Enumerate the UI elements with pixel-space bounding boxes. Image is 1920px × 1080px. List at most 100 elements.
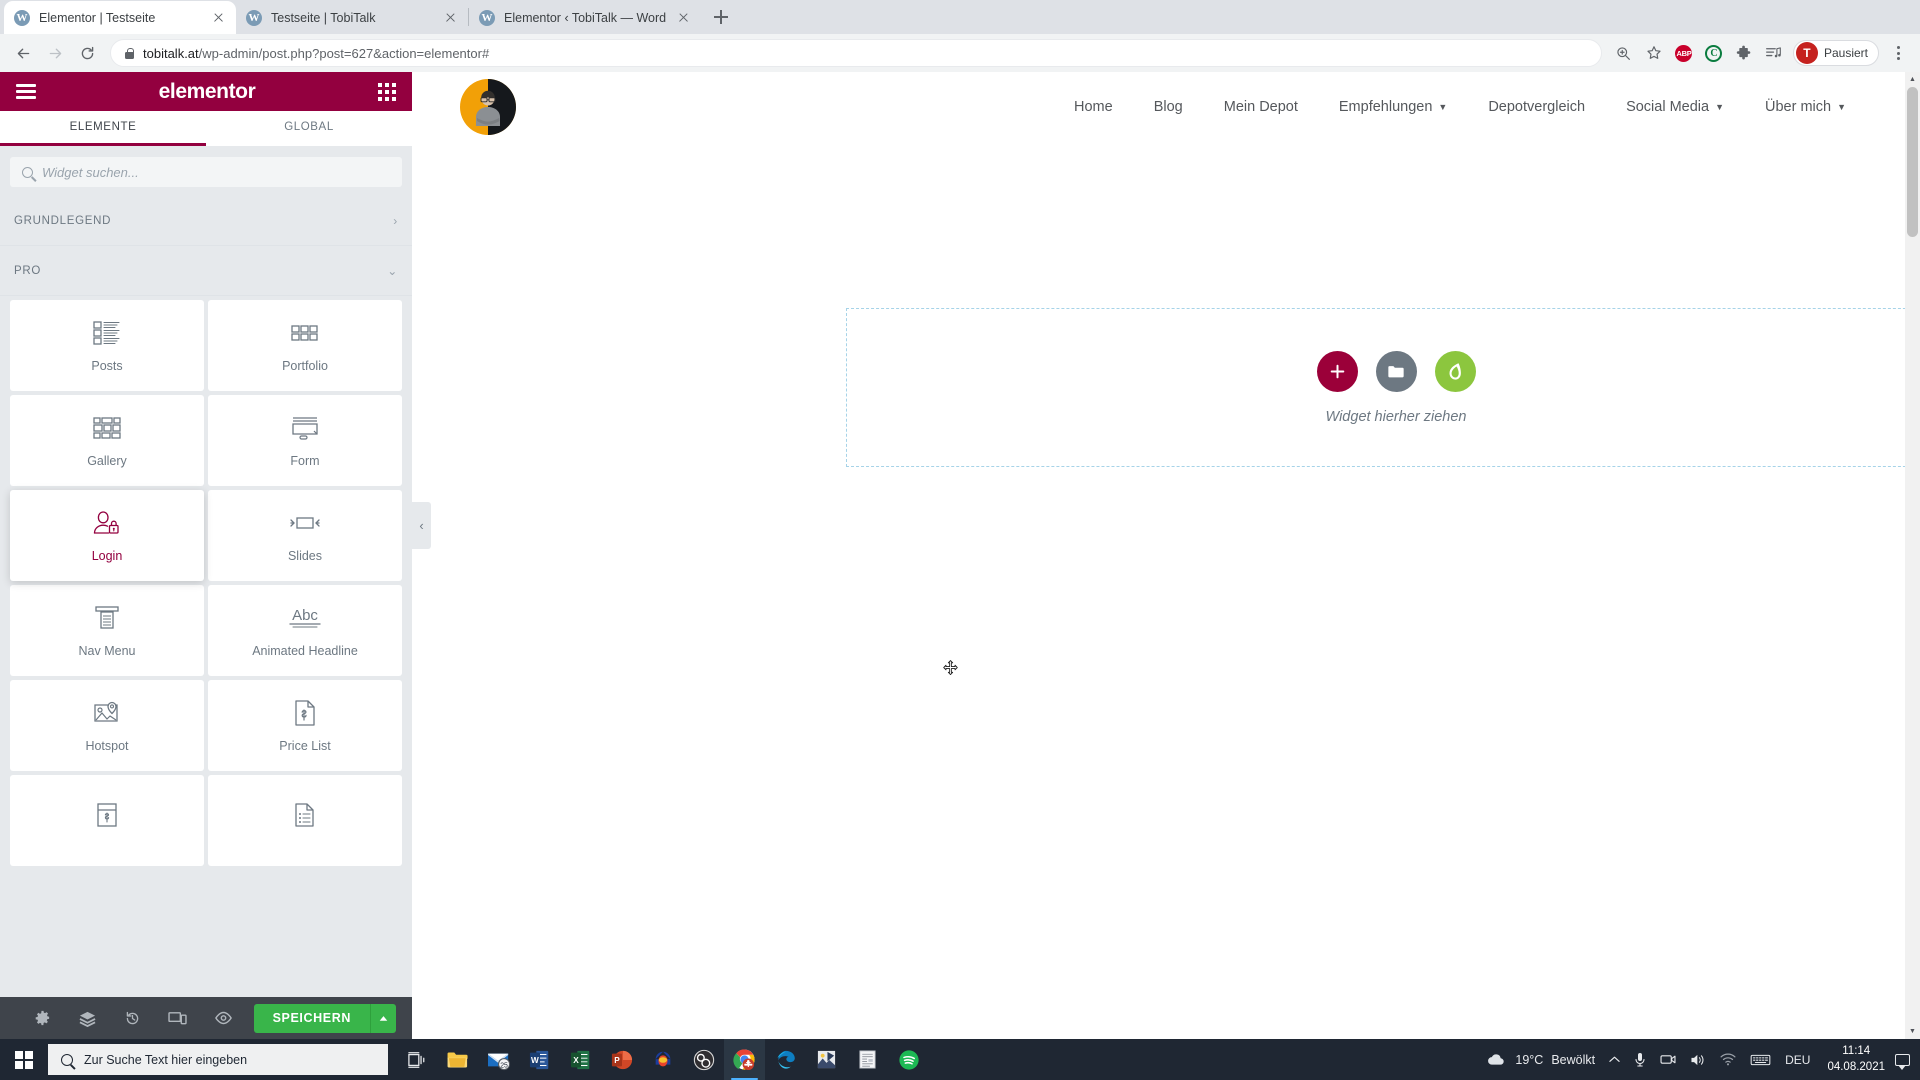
news-icon[interactable] xyxy=(847,1039,888,1080)
nav-item-ueber-mich[interactable]: Über mich▼ xyxy=(1765,99,1846,115)
close-icon[interactable] xyxy=(675,10,691,26)
back-button[interactable] xyxy=(8,38,38,68)
taskbar-apps: 25 W X P T xyxy=(396,1039,929,1080)
save-button[interactable]: SPEICHERN xyxy=(254,1004,370,1033)
widget-slides[interactable]: Slides xyxy=(208,490,402,581)
photos-icon[interactable] xyxy=(806,1039,847,1080)
widget-hotspot[interactable]: Hotspot xyxy=(10,680,204,771)
obs-studio-icon[interactable] xyxy=(683,1039,724,1080)
widget-document-list[interactable] xyxy=(208,775,402,866)
forward-button[interactable] xyxy=(40,38,70,68)
excel-icon[interactable]: X xyxy=(560,1039,601,1080)
word-icon[interactable]: W xyxy=(519,1039,560,1080)
elementor-panel: elementor ELEMENTE GLOBAL Widget suchen.… xyxy=(0,72,412,1039)
chevron-down-icon: ▼ xyxy=(1837,102,1846,112)
weather-widget[interactable]: 19°C Bewölkt xyxy=(1479,1039,1602,1080)
category-pro[interactable]: PRO ⌄ xyxy=(0,246,412,296)
notification-center-icon[interactable] xyxy=(1895,1054,1910,1066)
windows-start-icon[interactable] xyxy=(0,1039,48,1080)
close-icon[interactable] xyxy=(210,10,226,26)
widget-gallery[interactable]: Gallery xyxy=(10,395,204,486)
nav-item-depotvergleich[interactable]: Depotvergleich xyxy=(1488,99,1585,115)
preview-eye-icon[interactable] xyxy=(201,1011,246,1025)
close-icon[interactable] xyxy=(442,10,458,26)
browser-tab-1[interactable]: W Elementor | Testseite xyxy=(4,1,236,34)
navigator-layers-icon[interactable] xyxy=(65,1010,110,1027)
search-placeholder: Zur Suche Text hier eingeben xyxy=(84,1053,247,1067)
settings-gear-icon[interactable] xyxy=(20,1010,65,1027)
profile-button[interactable]: T Pausiert xyxy=(1793,40,1879,66)
widget-portfolio[interactable]: Portfolio xyxy=(208,300,402,391)
save-button-group: SPEICHERN xyxy=(254,1004,396,1033)
chrome-icon[interactable]: T xyxy=(724,1039,765,1080)
url-path: /wp-admin/post.php?post=627&action=eleme… xyxy=(199,46,490,61)
language-indicator[interactable]: DEU xyxy=(1778,1039,1817,1080)
headphones-icon[interactable] xyxy=(642,1039,683,1080)
search-input[interactable]: Widget suchen... xyxy=(10,157,402,187)
widget-label: Login xyxy=(92,549,123,563)
edge-icon[interactable] xyxy=(765,1039,806,1080)
adblock-plus-extension-icon[interactable]: ABP xyxy=(1670,39,1698,67)
volume-icon[interactable] xyxy=(1683,1039,1713,1080)
tab-global[interactable]: GLOBAL xyxy=(206,111,412,146)
browser-tab-2[interactable]: W Testseite | TobiTalk xyxy=(236,1,468,34)
nav-item-empfehlungen[interactable]: Empfehlungen▼ xyxy=(1339,99,1447,115)
file-explorer-icon[interactable] xyxy=(437,1039,478,1080)
template-library-button[interactable] xyxy=(1376,351,1417,392)
zoom-icon[interactable] xyxy=(1610,39,1638,67)
app-grid-icon[interactable] xyxy=(378,83,396,101)
widget-form[interactable]: Form xyxy=(208,395,402,486)
widget-posts[interactable]: Posts xyxy=(10,300,204,391)
powerpoint-icon[interactable]: P xyxy=(601,1039,642,1080)
nav-item-home[interactable]: Home xyxy=(1074,99,1113,115)
new-tab-button[interactable] xyxy=(707,3,735,31)
nav-item-blog[interactable]: Blog xyxy=(1154,99,1183,115)
scrollbar-thumb[interactable] xyxy=(1907,87,1918,237)
show-hidden-icons-chevron[interactable] xyxy=(1602,1039,1627,1080)
widget-nav-menu[interactable]: Nav Menu xyxy=(10,585,204,676)
widget-animated-headline[interactable]: Abc Animated Headline xyxy=(208,585,402,676)
wifi-icon[interactable] xyxy=(1713,1039,1743,1080)
history-revisions-icon[interactable] xyxy=(110,1010,155,1027)
category-label: GRUNDLEGEND xyxy=(14,215,111,227)
slides-icon xyxy=(289,508,321,538)
site-logo-avatar[interactable] xyxy=(460,79,516,135)
nav-label: Blog xyxy=(1154,99,1183,115)
extensions-puzzle-icon[interactable] xyxy=(1730,39,1758,67)
spotify-icon[interactable] xyxy=(888,1039,929,1080)
hamburger-menu-icon[interactable] xyxy=(16,84,36,99)
bookmark-star-icon[interactable] xyxy=(1640,39,1668,67)
scroll-up-arrow-icon[interactable]: ▲ xyxy=(1905,72,1920,87)
widget-list-scroll[interactable]: Posts Portfolio Gallery xyxy=(0,296,412,997)
browser-tab-3[interactable]: W Elementor ‹ TobiTalk — WordPre xyxy=(469,1,701,34)
envato-kit-button[interactable] xyxy=(1435,351,1476,392)
keyboard-icon[interactable] xyxy=(1743,1039,1778,1080)
clock[interactable]: 11:14 04.08.2021 xyxy=(1817,1044,1895,1074)
save-options-caret-icon[interactable] xyxy=(370,1004,396,1033)
tab-elemente[interactable]: ELEMENTE xyxy=(0,111,206,146)
widget-price-list[interactable]: Price List xyxy=(208,680,402,771)
nav-item-mein-depot[interactable]: Mein Depot xyxy=(1224,99,1298,115)
scroll-down-arrow-icon[interactable]: ▼ xyxy=(1905,1024,1920,1039)
nav-item-social-media[interactable]: Social Media▼ xyxy=(1626,99,1724,115)
microphone-icon[interactable] xyxy=(1627,1039,1653,1080)
kebab-menu-icon[interactable] xyxy=(1884,39,1912,67)
reading-list-icon[interactable] xyxy=(1760,39,1788,67)
taskbar-search-input[interactable]: Zur Suche Text hier eingeben xyxy=(48,1044,388,1075)
mail-icon[interactable]: 25 xyxy=(478,1039,519,1080)
address-bar[interactable]: tobitalk.at/wp-admin/post.php?post=627&a… xyxy=(110,39,1602,67)
widget-login[interactable]: Login xyxy=(10,490,204,581)
extension-c-icon[interactable]: C xyxy=(1700,39,1728,67)
section-dropzone[interactable]: Widget hierher ziehen xyxy=(846,308,1920,467)
page-scrollbar[interactable]: ▲ ▼ xyxy=(1905,72,1920,1039)
dropzone-text: Widget hierher ziehen xyxy=(1326,409,1467,425)
camera-icon[interactable] xyxy=(1653,1039,1683,1080)
panel-collapse-handle[interactable]: ‹ xyxy=(412,502,431,549)
category-grundlegend[interactable]: GRUNDLEGEND › xyxy=(0,196,412,246)
responsive-mode-icon[interactable] xyxy=(155,1010,200,1026)
widget-price-table[interactable] xyxy=(10,775,204,866)
reload-button[interactable] xyxy=(72,38,102,68)
add-section-button[interactable] xyxy=(1317,351,1358,392)
dropzone-buttons xyxy=(1317,351,1476,392)
task-view-icon[interactable] xyxy=(396,1039,437,1080)
